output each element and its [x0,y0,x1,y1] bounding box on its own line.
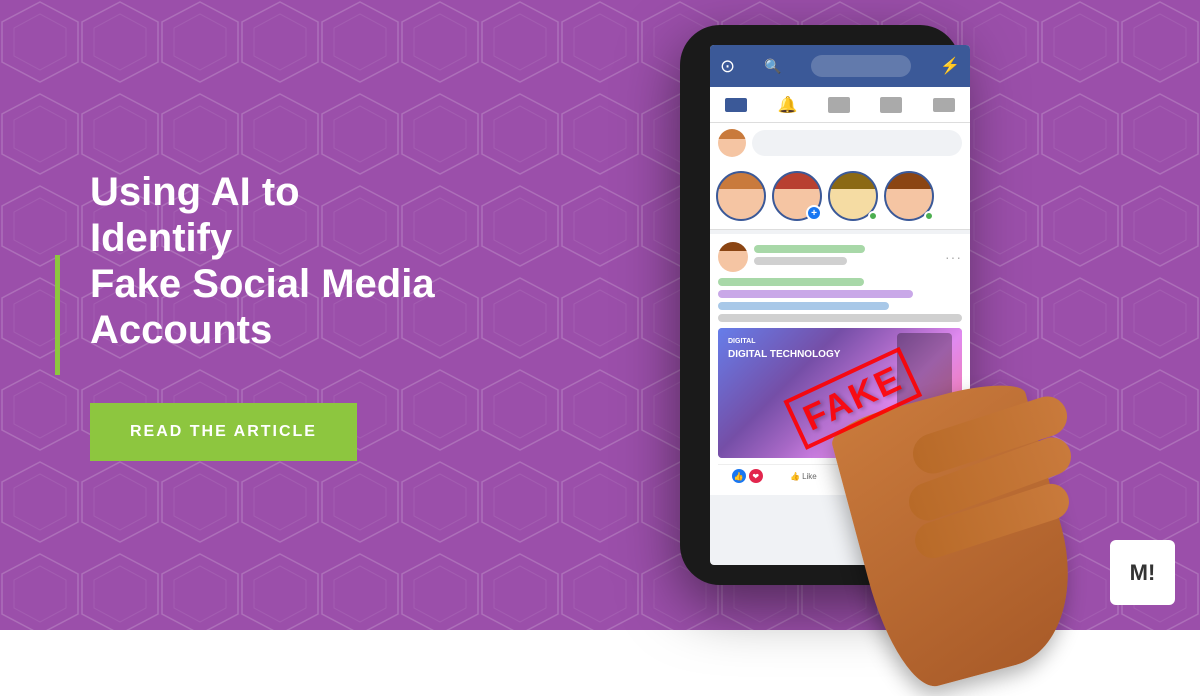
post-header: ··· [718,242,962,272]
article-title: Using AI to Identify Fake Social Media A… [90,169,440,353]
post-user-info [754,245,939,269]
post-text-line4 [718,314,962,322]
fb-nav: 🔔 [710,87,970,123]
search-icon: 🔍 [764,58,781,75]
post-more-options[interactable]: ··· [945,249,962,265]
right-panel: ⊙ 🔍 ⚡ 🔔 [500,0,1200,630]
camera-icon: ⊙ [720,56,735,77]
messenger-icon: ⚡ [940,56,960,76]
story-2[interactable]: + [772,171,822,221]
heart-icon-red: ❤ [749,469,763,483]
post-user-avatar [718,242,748,272]
post-time-line [754,257,847,265]
page-container: Using AI to Identify Fake Social Media A… [0,0,1200,630]
story-1[interactable] [716,171,766,221]
logo-text: M! [1130,560,1156,586]
phone-mockup: ⊙ 🔍 ⚡ 🔔 [660,15,980,595]
fb-search-row [710,123,970,163]
post-text [718,278,962,322]
menu-icon[interactable] [933,98,955,112]
groups-icon [828,97,850,113]
like-reactions: 👍 ❤ [732,469,763,483]
post-name-line [754,245,865,253]
fb-search-bar[interactable] [811,55,911,77]
like-icon-blue: 👍 [732,469,746,483]
like-icon: 👍 [790,472,800,481]
user-avatar-small [718,129,746,157]
fb-what-on-mind[interactable] [752,130,962,156]
online-dot-4 [924,211,934,221]
story-4[interactable] [884,171,934,221]
home-nav-icon[interactable] [725,98,747,112]
like-button[interactable]: 👍 Like [790,469,817,483]
phone-notch [780,25,860,45]
bell-icon: 🔔 [778,97,798,114]
story-3[interactable] [828,171,878,221]
friends-icon [880,97,902,113]
online-dot-3 [868,211,878,221]
story-add-icon: + [806,205,822,221]
accent-bar [55,255,60,375]
bell-nav-area: 🔔 [778,95,798,115]
left-panel: Using AI to Identify Fake Social Media A… [0,109,500,521]
post-text-line2 [718,290,913,298]
post-image-subtitle: DIGITAL [728,338,840,345]
fb-header: ⊙ 🔍 ⚡ [710,45,970,87]
read-article-button[interactable]: READ THE ARTICLE [90,403,357,461]
fb-stories-row: + [710,163,970,230]
logo-badge: M! [1110,540,1175,605]
post-text-line3 [718,302,889,310]
post-text-line1 [718,278,864,286]
